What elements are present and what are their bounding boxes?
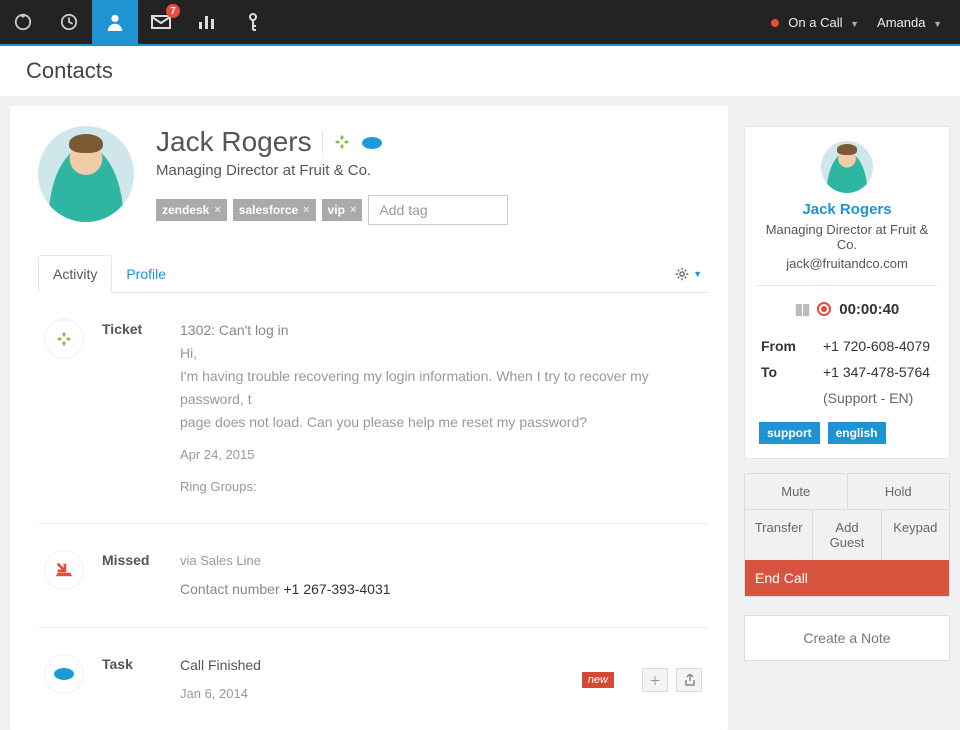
from-value: +1 720-608-4079 [823, 334, 933, 358]
task-date: Jan 6, 2014 [180, 683, 564, 704]
call-controls: Mute Hold Transfer Add Guest Keypad End … [744, 473, 950, 597]
call-status[interactable]: On a Call ▼ [771, 15, 859, 30]
tab-profile[interactable]: Profile [112, 256, 180, 292]
gear-icon [675, 267, 689, 281]
ticket-body-line: page does not load. Can you please help … [180, 411, 702, 434]
ticket-date: Apr 24, 2015 [180, 444, 702, 465]
new-badge: new [582, 672, 614, 688]
hold-button[interactable]: Hold [847, 474, 950, 509]
call-contact-email: jack@fruitandco.com [759, 256, 935, 271]
close-icon[interactable]: × [350, 204, 356, 216]
ticket-title: 1302: Can't log in [180, 319, 702, 342]
chevron-down-icon: ▼ [850, 19, 859, 29]
key-icon [246, 13, 260, 31]
tab-row: Activity Profile ▼ [38, 255, 708, 293]
transfer-button[interactable]: Transfer [745, 509, 812, 560]
activity-missed: Missed via Sales Line Contact number +1 … [38, 524, 708, 628]
mute-button[interactable]: Mute [745, 474, 847, 509]
close-icon[interactable]: × [303, 204, 309, 216]
salesforce-icon [44, 654, 84, 694]
activity-type-label: Ticket [102, 319, 162, 497]
call-contact-subtitle: Managing Director at Fruit & Co. [759, 222, 935, 252]
call-contact-name[interactable]: Jack Rogers [759, 201, 935, 218]
tag-zendesk[interactable]: zendesk × [156, 199, 227, 221]
status-dot-icon [771, 19, 779, 27]
tag-vip[interactable]: vip × [322, 199, 363, 221]
tag-label: zendesk [162, 203, 209, 217]
nav-key[interactable] [230, 0, 276, 44]
page-title: Contacts [0, 46, 960, 96]
chevron-down-icon: ▼ [693, 269, 702, 279]
to-desc: (Support - EN) [823, 386, 933, 410]
zendesk-icon[interactable] [333, 126, 351, 158]
tab-settings[interactable]: ▼ [669, 257, 708, 291]
close-icon[interactable]: × [214, 204, 220, 216]
add-guest-button[interactable]: Add Guest [812, 509, 880, 560]
tag-salesforce[interactable]: salesforce × [233, 199, 316, 221]
ticket-body-line: I'm having trouble recovering my login i… [180, 365, 702, 411]
call-tag-english[interactable]: english [828, 422, 886, 444]
contact-name: Jack Rogers [156, 126, 312, 158]
end-call-button[interactable]: End Call [745, 560, 949, 596]
user-name-label: Amanda [877, 15, 925, 30]
task-title: Call Finished [180, 654, 564, 677]
mail-icon [151, 15, 171, 29]
activity-type-label: Missed [102, 550, 162, 601]
missed-call-icon [44, 550, 84, 590]
avatar [38, 126, 134, 222]
nav-right: On a Call ▼ Amanda ▼ [771, 15, 960, 30]
call-panel: Jack Rogers Managing Director at Fruit &… [744, 126, 950, 459]
activity-type-label: Task [102, 654, 162, 705]
add-button[interactable]: ＋ [642, 668, 668, 692]
missed-via: via Sales Line [180, 550, 702, 571]
tab-activity[interactable]: Activity [38, 255, 112, 293]
call-timer: 00:00:40 [839, 301, 899, 318]
activity-ticket: Ticket 1302: Can't log in Hi, I'm having… [38, 293, 708, 524]
ticket-body-line: Hi, [180, 342, 702, 365]
activity-task: Task Call Finished Jan 6, 2014 new ＋ [38, 628, 708, 730]
nav-left: 7 [0, 0, 276, 44]
mail-badge: 7 [166, 4, 180, 18]
contact-subtitle: Managing Director at Fruit & Co. [156, 162, 708, 179]
share-button[interactable] [676, 668, 702, 692]
create-note-button[interactable]: Create a Note [744, 615, 950, 661]
ticket-meta: Ring Groups: [180, 476, 702, 497]
keypad-button[interactable]: Keypad [881, 509, 949, 560]
nav-stats[interactable] [184, 0, 230, 44]
pause-icon[interactable]: ▮▮ [795, 300, 810, 318]
nav-inbox[interactable]: 7 [138, 0, 184, 44]
nav-history[interactable] [46, 0, 92, 44]
salesforce-icon[interactable] [361, 126, 383, 158]
user-menu[interactable]: Amanda ▼ [877, 15, 942, 30]
from-label: From [761, 334, 821, 358]
record-icon[interactable] [817, 302, 831, 316]
to-label: To [761, 360, 821, 384]
person-icon [106, 13, 124, 31]
add-tag-input[interactable] [368, 195, 508, 225]
missed-contact-label: Contact number [180, 581, 284, 597]
logo-icon [14, 13, 32, 31]
call-status-label: On a Call [788, 15, 842, 30]
bar-chart-icon [198, 15, 216, 29]
top-nav: 7 On a Call ▼ Amanda ▼ [0, 0, 960, 46]
missed-contact-number: +1 267-393-4031 [284, 581, 391, 597]
nav-logo[interactable] [0, 0, 46, 44]
tag-label: salesforce [239, 203, 298, 217]
chevron-down-icon: ▼ [933, 19, 942, 29]
avatar [821, 141, 873, 193]
share-icon [683, 674, 695, 686]
contact-header: Jack Rogers Managing Director at Fruit &… [38, 126, 708, 225]
nav-contacts[interactable] [92, 0, 138, 44]
to-value: +1 347-478-5764 [823, 360, 933, 384]
call-tag-support[interactable]: support [759, 422, 820, 444]
zendesk-icon [44, 319, 84, 359]
clock-icon [60, 13, 78, 31]
tag-label: vip [328, 203, 345, 217]
